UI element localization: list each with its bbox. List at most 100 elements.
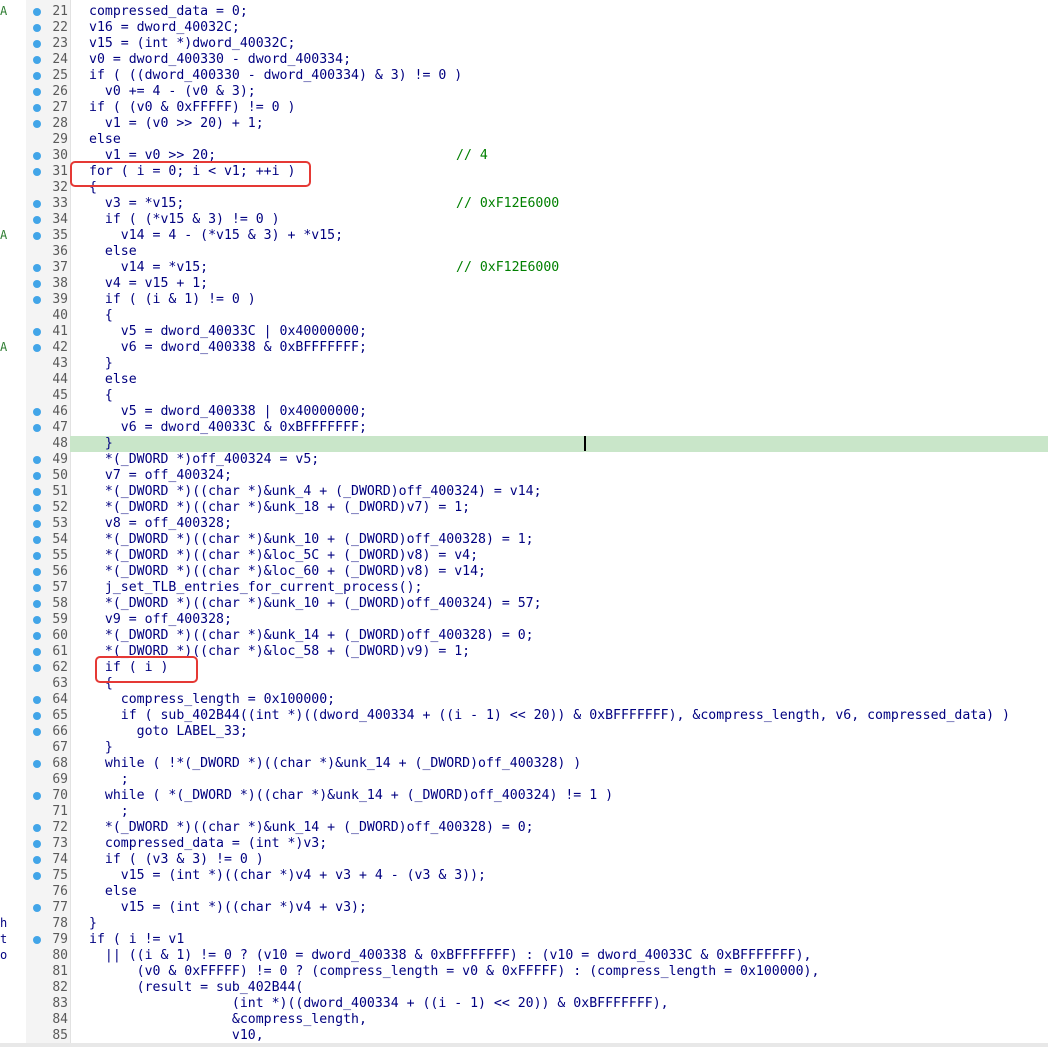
code-line[interactable]: 47 v6 = dword_40033C & 0xBFFFFFFF; (0, 420, 1048, 436)
breakpoint-dot-icon[interactable] (33, 584, 41, 592)
code-line[interactable]: 65 if ( sub_402B44((int *)((dword_400334… (0, 708, 1048, 724)
breakpoint-dot-icon[interactable] (33, 88, 41, 96)
code-line[interactable]: 81 (v0 & 0xFFFFF) != 0 ? (compress_lengt… (0, 964, 1048, 980)
code-line[interactable]: 56 *(_DWORD *)((char *)&loc_60 + (_DWORD… (0, 564, 1048, 580)
code-line[interactable]: 57 j_set_TLB_entries_for_current_process… (0, 580, 1048, 596)
code-line[interactable]: 36 else (0, 244, 1048, 260)
breakpoint-dot-icon[interactable] (33, 616, 41, 624)
code-line[interactable]: 41 v5 = dword_40033C | 0x40000000; (0, 324, 1048, 340)
code-line[interactable]: 37 v14 = *v15; // 0xF12E6000 (0, 260, 1048, 276)
code-line[interactable]: 64 compress_length = 0x100000; (0, 692, 1048, 708)
code-line[interactable]: 44 else (0, 372, 1048, 388)
breakpoint-dot-icon[interactable] (33, 472, 41, 480)
breakpoint-dot-icon[interactable] (33, 424, 41, 432)
breakpoint-dot-icon[interactable] (33, 872, 41, 880)
code-line[interactable]: 59 v9 = off_400328; (0, 612, 1048, 628)
breakpoint-dot-icon[interactable] (33, 488, 41, 496)
breakpoint-dot-icon[interactable] (33, 824, 41, 832)
breakpoint-dot-icon[interactable] (33, 104, 41, 112)
code-line[interactable]: 66 goto LABEL_33; (0, 724, 1048, 740)
breakpoint-dot-icon[interactable] (33, 120, 41, 128)
breakpoint-dot-icon[interactable] (33, 728, 41, 736)
code-line[interactable]: 39 if ( (i & 1) != 0 ) (0, 292, 1048, 308)
breakpoint-dot-icon[interactable] (33, 72, 41, 80)
breakpoint-dot-icon[interactable] (33, 296, 41, 304)
code-line[interactable]: 34 if ( (*v15 & 3) != 0 ) (0, 212, 1048, 228)
breakpoint-dot-icon[interactable] (33, 600, 41, 608)
code-line[interactable]: 54 *(_DWORD *)((char *)&unk_10 + (_DWORD… (0, 532, 1048, 548)
code-line[interactable]: 45 { (0, 388, 1048, 404)
breakpoint-dot-icon[interactable] (33, 904, 41, 912)
code-line[interactable]: 33 v3 = *v15; // 0xF12E6000 (0, 196, 1048, 212)
breakpoint-dot-icon[interactable] (33, 520, 41, 528)
breakpoint-dot-icon[interactable] (33, 840, 41, 848)
code-line[interactable]: 35 v14 = 4 - (*v15 & 3) + *v15; (0, 228, 1048, 244)
code-line[interactable]: 83 (int *)((dword_400334 + ((i - 1) << 2… (0, 996, 1048, 1012)
code-line[interactable]: 76 else (0, 884, 1048, 900)
breakpoint-dot-icon[interactable] (33, 24, 41, 32)
code-line[interactable]: 58 *(_DWORD *)((char *)&unk_10 + (_DWORD… (0, 596, 1048, 612)
breakpoint-dot-icon[interactable] (33, 792, 41, 800)
code-line[interactable]: 84 &compress_length, (0, 1012, 1048, 1028)
breakpoint-dot-icon[interactable] (33, 712, 41, 720)
code-line[interactable]: 24 v0 = dword_400330 - dword_400334; (0, 52, 1048, 68)
code-line[interactable]: 23 v15 = (int *)dword_40032C; (0, 36, 1048, 52)
code-line[interactable]: 73 compressed_data = (int *)v3; (0, 836, 1048, 852)
code-line[interactable]: 25 if ( ((dword_400330 - dword_400334) & … (0, 68, 1048, 84)
code-line[interactable]: 42 v6 = dword_400338 & 0xBFFFFFFF; (0, 340, 1048, 356)
code-line[interactable]: 26 v0 += 4 - (v0 & 3); (0, 84, 1048, 100)
code-line[interactable]: 51 *(_DWORD *)((char *)&unk_4 + (_DWORD)… (0, 484, 1048, 500)
breakpoint-dot-icon[interactable] (33, 456, 41, 464)
pseudocode-view[interactable]: AAAhto 21 compressed_data = 0; 22 v16 = dwo… (0, 0, 1048, 1047)
code-line[interactable]: 67 } (0, 740, 1048, 756)
breakpoint-dot-icon[interactable] (33, 232, 41, 240)
breakpoint-dot-icon[interactable] (33, 664, 41, 672)
code-line[interactable]: 52 *(_DWORD *)((char *)&unk_18 + (_DWORD… (0, 500, 1048, 516)
code-line[interactable]: 27 if ( (v0 & 0xFFFFF) != 0 ) (0, 100, 1048, 116)
breakpoint-dot-icon[interactable] (33, 40, 41, 48)
breakpoint-dot-icon[interactable] (33, 552, 41, 560)
code-line[interactable]: 53 v8 = off_400328; (0, 516, 1048, 532)
code-line[interactable]: 29 else (0, 132, 1048, 148)
breakpoint-dot-icon[interactable] (33, 408, 41, 416)
breakpoint-dot-icon[interactable] (33, 696, 41, 704)
code-line[interactable]: 74 if ( (v3 & 3) != 0 ) (0, 852, 1048, 868)
breakpoint-dot-icon[interactable] (33, 760, 41, 768)
code-line[interactable]: 70 while ( *(_DWORD *)((char *)&unk_14 +… (0, 788, 1048, 804)
breakpoint-dot-icon[interactable] (33, 8, 41, 16)
breakpoint-dot-icon[interactable] (33, 648, 41, 656)
code-line[interactable]: 50 v7 = off_400324; (0, 468, 1048, 484)
code-line[interactable]: 71 ; (0, 804, 1048, 820)
code-line[interactable]: 46 v5 = dword_400338 | 0x40000000; (0, 404, 1048, 420)
code-line[interactable]: 48 } (0, 436, 1048, 452)
breakpoint-dot-icon[interactable] (33, 936, 41, 944)
code-line[interactable]: 78} (0, 916, 1048, 932)
code-line[interactable]: 55 *(_DWORD *)((char *)&loc_5C + (_DWORD… (0, 548, 1048, 564)
breakpoint-dot-icon[interactable] (33, 280, 41, 288)
code-line[interactable]: 82 (result = sub_402B44( (0, 980, 1048, 996)
code-line[interactable]: 49 *(_DWORD *)off_400324 = v5; (0, 452, 1048, 468)
code-line[interactable]: 80 || ((i & 1) != 0 ? (v10 = dword_40033… (0, 948, 1048, 964)
breakpoint-dot-icon[interactable] (33, 152, 41, 160)
code-line[interactable]: 22 v16 = dword_40032C; (0, 20, 1048, 36)
code-line[interactable]: 85 v10, (0, 1028, 1048, 1044)
code-line[interactable]: 28 v1 = (v0 >> 20) + 1; (0, 116, 1048, 132)
breakpoint-dot-icon[interactable] (33, 56, 41, 64)
code-line[interactable]: 60 *(_DWORD *)((char *)&unk_14 + (_DWORD… (0, 628, 1048, 644)
breakpoint-dot-icon[interactable] (33, 264, 41, 272)
breakpoint-dot-icon[interactable] (33, 168, 41, 176)
breakpoint-dot-icon[interactable] (33, 504, 41, 512)
code-line[interactable]: 38 v4 = v15 + 1; (0, 276, 1048, 292)
breakpoint-dot-icon[interactable] (33, 568, 41, 576)
code-line[interactable]: 77 v15 = (int *)((char *)v4 + v3); (0, 900, 1048, 916)
code-line[interactable]: 72 *(_DWORD *)((char *)&unk_14 + (_DWORD… (0, 820, 1048, 836)
code-line[interactable]: 69 ; (0, 772, 1048, 788)
breakpoint-dot-icon[interactable] (33, 200, 41, 208)
breakpoint-dot-icon[interactable] (33, 344, 41, 352)
breakpoint-dot-icon[interactable] (33, 632, 41, 640)
code-line[interactable]: 21 compressed_data = 0; (0, 4, 1048, 20)
breakpoint-dot-icon[interactable] (33, 856, 41, 864)
breakpoint-dot-icon[interactable] (33, 216, 41, 224)
code-line[interactable]: 43 } (0, 356, 1048, 372)
code-line[interactable]: 68 while ( !*(_DWORD *)((char *)&unk_14 … (0, 756, 1048, 772)
